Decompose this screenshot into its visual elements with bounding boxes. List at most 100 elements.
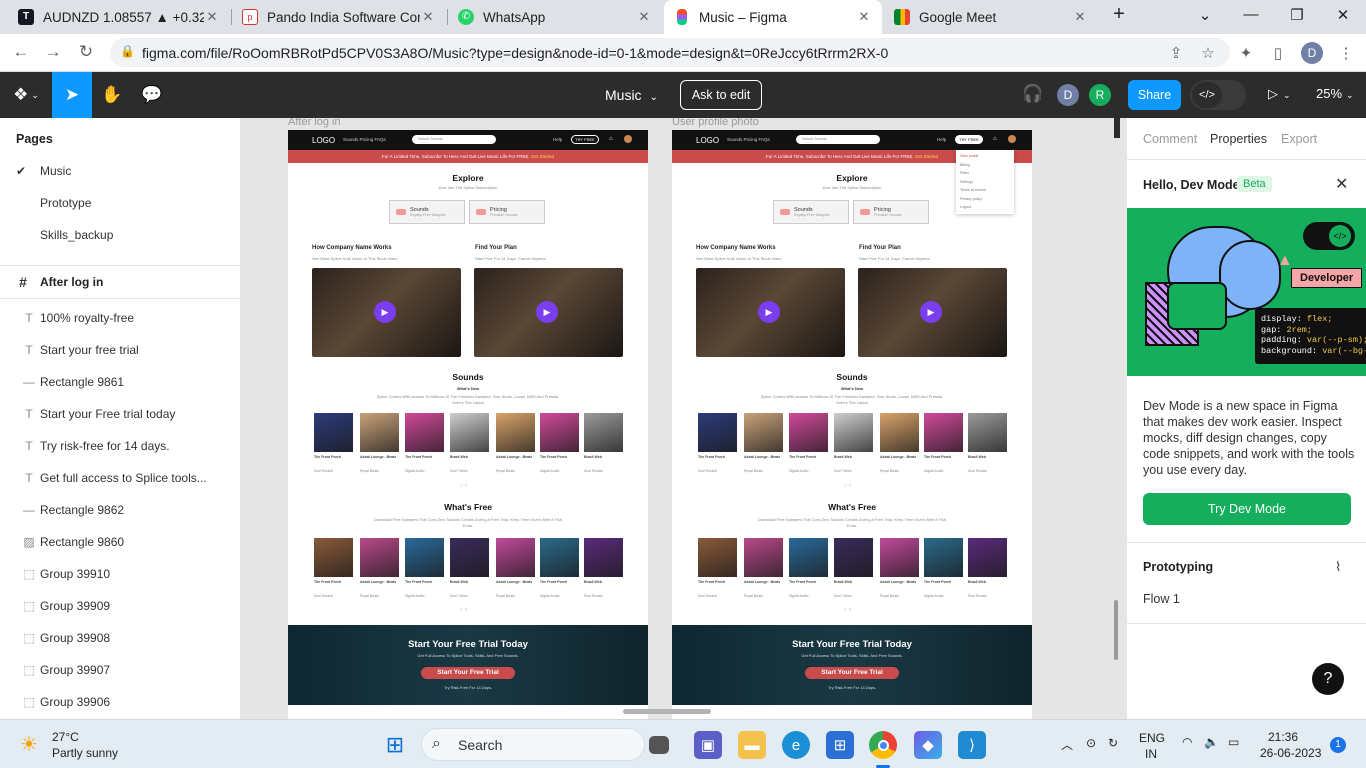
layer-item[interactable]: ⬚ Group 39908 bbox=[0, 622, 240, 654]
share-page-icon[interactable]: ⇪ bbox=[1166, 44, 1186, 62]
tab-google-meet[interactable]: Google Meet ✕ bbox=[884, 0, 1098, 34]
tray-sync-icon[interactable]: ↻ bbox=[1108, 736, 1118, 750]
tab-whatsapp[interactable]: ✆ WhatsApp ✕ bbox=[448, 0, 662, 34]
browser-menu-icon[interactable]: ⋮ bbox=[1336, 44, 1356, 62]
wifi-icon[interactable]: ◠ bbox=[1182, 735, 1192, 749]
avatar[interactable]: R bbox=[1089, 84, 1111, 106]
horizontal-scrollbar[interactable] bbox=[623, 709, 711, 714]
file-explorer-icon[interactable]: ▬ bbox=[738, 731, 766, 759]
microsoft-store-icon[interactable]: ⊞ bbox=[826, 731, 854, 759]
tray-network-icon[interactable]: ⊙ bbox=[1086, 736, 1096, 750]
help-button[interactable]: ? bbox=[1312, 663, 1344, 695]
site-sounds-desc: Splice Comes With Access To Millions Of … bbox=[760, 394, 944, 405]
close-icon[interactable]: ✕ bbox=[1335, 174, 1348, 194]
design-frame[interactable]: LOGO Sounds Pricing FAQs Search Sounds Help… bbox=[288, 130, 648, 719]
page-skills-backup[interactable]: Skills_backup bbox=[0, 220, 240, 250]
windows-start-icon[interactable]: ⊞ bbox=[381, 731, 409, 759]
clock-time[interactable]: 21:36 bbox=[1268, 730, 1298, 744]
flow-item[interactable]: Flow 1 bbox=[1143, 592, 1180, 606]
figma-menu-icon[interactable]: ❖ ⌄ bbox=[6, 72, 46, 118]
notification-badge[interactable]: 1 bbox=[1330, 737, 1346, 753]
task-view-icon[interactable] bbox=[649, 736, 669, 754]
layer-item[interactable]: ⬚ Group 39906 bbox=[0, 686, 240, 718]
tab-comment[interactable]: Comment bbox=[1143, 132, 1197, 146]
tab-search-icon[interactable]: ⌄ bbox=[1194, 6, 1216, 24]
audio-headphones-icon[interactable]: 🎧 bbox=[1022, 84, 1043, 104]
layer-item[interactable]: ⬚ Group 39909 bbox=[0, 590, 240, 622]
layer-item[interactable]: T 100% royalty-free bbox=[0, 302, 240, 334]
comment-tool-icon[interactable]: 💬 bbox=[132, 72, 172, 118]
layer-item[interactable]: ▨ Rectangle 9860 bbox=[0, 526, 240, 558]
language-line-2[interactable]: IN bbox=[1145, 747, 1157, 761]
reload-icon[interactable]: ↻ bbox=[75, 42, 97, 62]
frame-label[interactable]: User profile photo bbox=[672, 118, 759, 128]
layer-item[interactable]: T Try risk-free for 14 days. bbox=[0, 430, 240, 462]
free-tile-artist: Digital Audio bbox=[924, 594, 944, 598]
battery-icon[interactable]: ▭ bbox=[1228, 735, 1239, 749]
layer-item[interactable]: T Get full access to Splice tools... bbox=[0, 462, 240, 494]
vertical-scrollbar[interactable] bbox=[1114, 600, 1118, 660]
restore-icon[interactable]: ❐ bbox=[1286, 6, 1308, 24]
edge-icon[interactable]: e bbox=[782, 731, 810, 759]
url-field[interactable]: 🔒 figma.com/file/RoOomRBRotPd5CPV0S3A8O/… bbox=[110, 38, 1230, 67]
layer-item[interactable]: — Rectangle 9862 bbox=[0, 494, 240, 526]
vscode-icon[interactable]: ⟩ bbox=[958, 731, 986, 759]
present-icon[interactable]: ▷ ⌄ bbox=[1268, 86, 1291, 102]
file-name[interactable]: Music ⌄ bbox=[605, 87, 658, 103]
avatar[interactable]: D bbox=[1057, 84, 1079, 106]
try-dev-mode-button[interactable]: Try Dev Mode bbox=[1143, 493, 1351, 525]
volume-icon[interactable]: 🔈 bbox=[1204, 735, 1219, 749]
new-tab-button[interactable]: + bbox=[1108, 3, 1130, 26]
dev-mode-toggle[interactable]: </> bbox=[1190, 80, 1246, 110]
design-canvas[interactable]: After log in LOGO Sounds Pricing FAQs Searc… bbox=[241, 118, 1126, 719]
forward-icon[interactable]: → bbox=[42, 42, 64, 62]
window-close-icon[interactable]: ✕ bbox=[1332, 6, 1354, 24]
chrome-icon[interactable] bbox=[869, 731, 897, 759]
layer-item[interactable]: ⬚ Group 39907 bbox=[0, 654, 240, 686]
teams-chat-icon[interactable]: ▣ bbox=[694, 731, 722, 759]
clock-date[interactable]: 26-06-2023 bbox=[1260, 746, 1321, 760]
close-icon[interactable]: ✕ bbox=[1072, 9, 1088, 25]
page-prototype[interactable]: Prototype bbox=[0, 188, 240, 218]
site-how-sub: See What Splice Is All About In This Sho… bbox=[312, 256, 398, 261]
close-icon[interactable]: ✕ bbox=[204, 9, 220, 25]
tab-figma[interactable]: Music – Figma ✕ bbox=[664, 0, 882, 34]
extensions-icon[interactable]: ✦ bbox=[1236, 44, 1256, 62]
taskbar-search[interactable]: ⌕ Search bbox=[421, 728, 645, 761]
frame-label[interactable]: After log in bbox=[288, 118, 341, 128]
copilot-icon[interactable]: ◆ bbox=[914, 731, 942, 759]
layer-item[interactable]: T Start your Free trial today bbox=[0, 398, 240, 430]
page-music[interactable]: ✔ Music bbox=[0, 156, 240, 186]
prototyping-settings-icon[interactable]: ⌇ bbox=[1335, 559, 1341, 575]
close-icon[interactable]: ✕ bbox=[856, 9, 872, 25]
zoom-level[interactable]: 25% ⌄ bbox=[1316, 86, 1354, 101]
tab-audnzd[interactable]: T AUDNZD 1.08557 ▲ +0.32% ✕ bbox=[8, 0, 230, 34]
weather-widget[interactable]: ☀ 27°C Partly sunny bbox=[16, 728, 156, 762]
tab-export[interactable]: Export bbox=[1281, 132, 1317, 146]
layer-item[interactable]: — Rectangle 9861 bbox=[0, 366, 240, 398]
layer-item[interactable]: T Start your free trial bbox=[0, 334, 240, 366]
close-icon[interactable]: ✕ bbox=[636, 9, 652, 25]
site-cta-sub: Get Full Access To Splice Tools, Skills,… bbox=[801, 653, 903, 658]
layer-frame[interactable]: # After log in bbox=[0, 266, 240, 298]
layer-item[interactable]: ⬚ Group 39910 bbox=[0, 558, 240, 590]
hand-tool-icon[interactable]: ✋ bbox=[92, 72, 132, 118]
page-label: Skills_backup bbox=[40, 228, 114, 242]
bookmark-star-icon[interactable]: ☆ bbox=[1198, 44, 1218, 62]
tray-overflow-icon[interactable]: ︿ bbox=[1061, 736, 1073, 753]
share-button[interactable]: Share bbox=[1128, 80, 1181, 110]
tab-pando[interactable]: p Pando India Software Consul ✕ bbox=[232, 0, 446, 34]
design-frame[interactable]: LOGO Sounds Pricing FAQs Search Sounds Help… bbox=[672, 130, 1032, 719]
ask-to-edit-button[interactable]: Ask to edit bbox=[680, 80, 762, 110]
language-line-1[interactable]: ENG bbox=[1139, 731, 1165, 745]
move-tool-icon[interactable]: ➤ bbox=[52, 72, 92, 118]
back-icon[interactable]: ← bbox=[10, 42, 32, 62]
tab-properties[interactable]: Properties bbox=[1210, 132, 1267, 146]
site-cta-button: Start Your Free Trial bbox=[421, 667, 515, 679]
rectangle-layer-icon: — bbox=[23, 503, 35, 517]
minimize-icon[interactable]: — bbox=[1240, 6, 1262, 23]
profile-avatar[interactable]: D bbox=[1301, 42, 1323, 64]
close-icon[interactable]: ✕ bbox=[420, 9, 436, 25]
layer-label: Try risk-free for 14 days. bbox=[40, 439, 170, 453]
side-panel-icon[interactable]: ▯ bbox=[1268, 44, 1288, 62]
